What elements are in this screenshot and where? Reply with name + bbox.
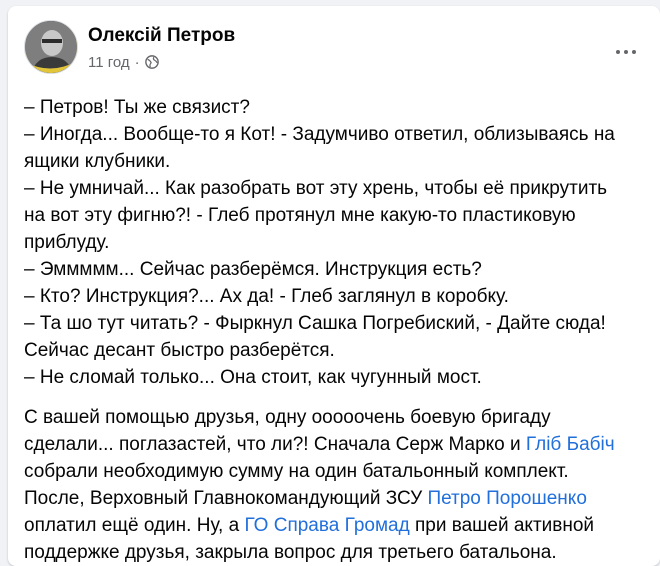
paragraph-line: поддержке друзья, закрыла вопрос для тре… (24, 542, 557, 563)
dialog-line: Сейчас десант быстро разберётся. (24, 340, 335, 361)
post-body: – Петров! Ты же связист? – Иногда... Воо… (24, 94, 648, 566)
post-subline: 11 год · (88, 54, 235, 71)
paragraph-text: оплатил ещё один. Ну, а (24, 515, 245, 536)
paragraph-line: С вашей помощью друзья, одну ооооочень б… (24, 407, 551, 428)
more-dots-icon (616, 50, 620, 54)
more-dot (632, 50, 636, 54)
dialog-line: ящики клубники. (24, 151, 171, 172)
post-time[interactable]: 11 год (88, 54, 130, 71)
author-name[interactable]: Олексій Петров (88, 24, 235, 48)
paragraph-text: сделали... поглазастей, что ли?! Сначала… (24, 434, 526, 455)
post-paragraph: С вашей помощью друзья, одну ооооочень б… (24, 404, 648, 566)
mention-link-petro-poroshenko[interactable]: Петро Порошенко (427, 488, 586, 509)
post-meta: Олексій Петров 11 год · (88, 24, 235, 71)
profile-photo-icon (25, 21, 77, 73)
post-header: Олексій Петров 11 год · (24, 20, 235, 74)
dialog-line: приблуду. (24, 232, 110, 253)
dialog-line: – Не умничай... Как разобрать вот эту хр… (24, 178, 608, 199)
dialog-line: – Не сломай только... Она стоит, как чуг… (24, 367, 482, 388)
paragraph-line: собрали необходимую сумму на один баталь… (24, 461, 569, 482)
globe-icon[interactable] (144, 55, 159, 69)
dialog-line: – Эммммм... Сейчас разберёмся. Инструкци… (24, 259, 482, 280)
paragraph-line: После, Верховный Главнокомандующий ЗСУ П… (24, 485, 648, 512)
dialog-line: – Иногда... Вообще-то я Кот! - Задумчиво… (24, 124, 615, 145)
dialog-line: – Петров! Ты же связист? (24, 97, 250, 118)
paragraph-text: при вашей активной (409, 515, 595, 536)
paragraph-line: оплатил ещё один. Ну, а ГО Справа Громад… (24, 512, 648, 539)
mention-link-glib-babich[interactable]: Гліб Бабіч (526, 434, 615, 455)
dialog-line: на вот эту фигню?! - Глеб протянул мне к… (24, 205, 576, 226)
dialog-line: – Та шо тут читать? - Фыркнул Сашка Погр… (24, 313, 606, 334)
dialog-block: – Петров! Ты же связист? – Иногда... Воо… (24, 94, 648, 391)
paragraph-text: После, Верховный Главнокомандующий ЗСУ (24, 488, 428, 509)
mention-link-go-sprava-gromad[interactable]: ГО Справа Громад (244, 515, 409, 536)
avatar[interactable] (24, 20, 78, 74)
paragraph-line: сделали... поглазастей, что ли?! Сначала… (24, 431, 648, 458)
more-dot (624, 50, 628, 54)
separator-dot: · (134, 53, 140, 71)
post-card: Олексій Петров 11 год · – Петров! Ты же … (8, 6, 660, 566)
dialog-line: – Кто? Инструкция?... Ах да! - Глеб загл… (24, 286, 509, 307)
more-options-button[interactable] (608, 34, 644, 70)
